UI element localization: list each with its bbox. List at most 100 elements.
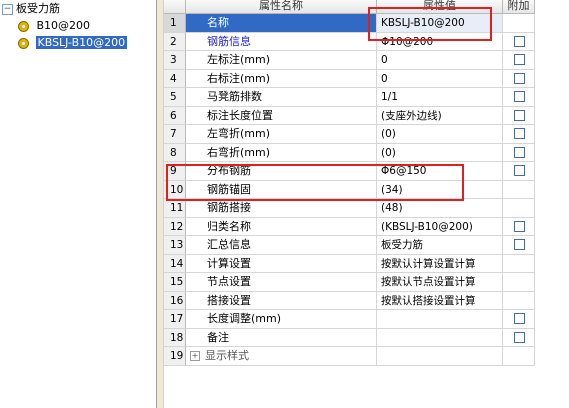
property-value[interactable]: KBSLJ-B10@200	[377, 14, 503, 33]
tree-root-label: 板受力筋	[16, 2, 60, 15]
extra-checkbox[interactable]	[514, 72, 525, 84]
extra-cell	[503, 180, 535, 199]
property-value[interactable]	[377, 310, 503, 329]
property-value[interactable]: Φ10@200	[377, 32, 503, 51]
property-value[interactable]: 0	[377, 69, 503, 88]
table-row[interactable]: 1 名称 KBSLJ-B10@200	[164, 14, 535, 33]
tree-root-item[interactable]: − 板受力筋	[2, 0, 60, 18]
row-number: 11	[164, 199, 186, 218]
property-name: + 显示样式	[186, 347, 377, 366]
panel-splitter[interactable]	[156, 0, 164, 408]
extra-checkbox[interactable]	[514, 220, 525, 232]
extra-checkbox[interactable]	[514, 239, 525, 250]
property-value[interactable]: 板受力筋	[377, 236, 503, 255]
extra-cell	[503, 69, 535, 88]
extra-cell	[503, 328, 535, 347]
table-row[interactable]: 11 钢筋搭接 (48)	[164, 199, 535, 218]
extra-checkbox[interactable]	[514, 146, 525, 158]
extra-checkbox[interactable]	[514, 128, 525, 139]
table-row[interactable]: 8 右弯折(mm) (0)	[164, 143, 535, 162]
row-number: 19	[164, 347, 186, 366]
extra-cell	[503, 88, 535, 107]
extra-checkbox[interactable]	[514, 109, 525, 121]
property-value[interactable]	[377, 347, 503, 366]
property-value[interactable]: 按默认搭接设置计算	[377, 291, 503, 310]
gear-icon	[18, 37, 29, 49]
row-number: 13	[164, 236, 186, 255]
component-tree: − 板受力筋 B10@200 KBSLJ-B10@200	[0, 0, 156, 408]
row-number: 9	[164, 162, 186, 181]
table-row[interactable]: 4 右标注(mm) 0	[164, 69, 535, 88]
property-value[interactable]: 按默认节点设置计算	[377, 273, 503, 292]
property-value[interactable]: (0)	[377, 125, 503, 144]
property-grid: 属性名称 属性值 附加 1 名称 KBSLJ-B10@200 2 钢筋信息 Φ10@200…	[164, 0, 569, 408]
property-value[interactable]: (支座外边线)	[377, 106, 503, 125]
extra-checkbox[interactable]	[514, 165, 525, 176]
property-value[interactable]: (0)	[377, 143, 503, 162]
extra-cell	[503, 32, 535, 51]
property-name: 马凳筋排数	[186, 88, 377, 107]
property-name: 名称	[186, 14, 377, 33]
extra-cell	[503, 162, 535, 181]
property-value[interactable]: 1/1	[377, 88, 503, 107]
row-number: 1	[164, 14, 186, 33]
table-row[interactable]: 6 标注长度位置 (支座外边线)	[164, 106, 535, 125]
row-number: 17	[164, 310, 186, 329]
property-value[interactable]	[377, 328, 503, 347]
extra-cell	[503, 254, 535, 273]
property-name: 左弯折(mm)	[186, 125, 377, 144]
table-row[interactable]: 18 备注	[164, 328, 535, 347]
extra-cell	[503, 291, 535, 310]
table-row[interactable]: 5 马凳筋排数 1/1	[164, 88, 535, 107]
row-number: 14	[164, 254, 186, 273]
tree-item-kbslj[interactable]: KBSLJ-B10@200	[18, 34, 128, 52]
table-row[interactable]: 19 + 显示样式	[164, 347, 535, 366]
table-row[interactable]: 15 节点设置 按默认节点设置计算	[164, 273, 535, 292]
header-name[interactable]: 属性名称	[186, 0, 377, 14]
table-row[interactable]: 10 钢筋锚固 (34)	[164, 180, 535, 199]
table-row[interactable]: 12 归类名称 (KBSLJ-B10@200)	[164, 217, 535, 236]
property-value[interactable]: (34)	[377, 180, 503, 199]
property-name: 长度调整(mm)	[186, 310, 377, 329]
table-row[interactable]: 2 钢筋信息 Φ10@200	[164, 32, 535, 51]
header-extra[interactable]: 附加	[503, 0, 535, 14]
row-number: 12	[164, 217, 186, 236]
tree-item-b10[interactable]: B10@200	[18, 17, 90, 35]
row-number: 4	[164, 69, 186, 88]
extra-cell	[503, 273, 535, 292]
table-row[interactable]: 13 汇总信息 板受力筋	[164, 236, 535, 255]
property-name: 右标注(mm)	[186, 69, 377, 88]
row-number: 5	[164, 88, 186, 107]
table-row[interactable]: 7 左弯折(mm) (0)	[164, 125, 535, 144]
collapse-icon[interactable]: −	[2, 3, 13, 15]
property-value[interactable]: (KBSLJ-B10@200)	[377, 217, 503, 236]
extra-cell	[503, 14, 535, 33]
header-value[interactable]: 属性值	[377, 0, 503, 14]
extra-checkbox[interactable]	[514, 54, 525, 65]
property-name: 钢筋信息	[186, 32, 377, 51]
extra-checkbox[interactable]	[514, 313, 525, 324]
property-value[interactable]: 0	[377, 51, 503, 70]
property-name: 节点设置	[186, 273, 377, 292]
table-row[interactable]: 16 搭接设置 按默认搭接设置计算	[164, 291, 535, 310]
extra-checkbox[interactable]	[514, 35, 525, 47]
row-number: 16	[164, 291, 186, 310]
table-row[interactable]: 3 左标注(mm) 0	[164, 51, 535, 70]
extra-cell	[503, 143, 535, 162]
property-value[interactable]: (48)	[377, 199, 503, 218]
expand-icon[interactable]: +	[190, 351, 200, 361]
table-row[interactable]: 9 分布钢筋 Φ6@150	[164, 162, 535, 181]
property-value[interactable]: 按默认计算设置计算	[377, 254, 503, 273]
extra-cell	[503, 236, 535, 255]
property-name: 分布钢筋	[186, 162, 377, 181]
table-row[interactable]: 14 计算设置 按默认计算设置计算	[164, 254, 535, 273]
extra-checkbox[interactable]	[514, 91, 525, 102]
property-value[interactable]: Φ6@150	[377, 162, 503, 181]
extra-cell	[503, 51, 535, 70]
row-number: 7	[164, 125, 186, 144]
header-corner	[164, 0, 186, 14]
extra-cell	[503, 347, 535, 366]
extra-checkbox[interactable]	[514, 331, 525, 343]
property-name: 备注	[186, 328, 377, 347]
table-row[interactable]: 17 长度调整(mm)	[164, 310, 535, 329]
